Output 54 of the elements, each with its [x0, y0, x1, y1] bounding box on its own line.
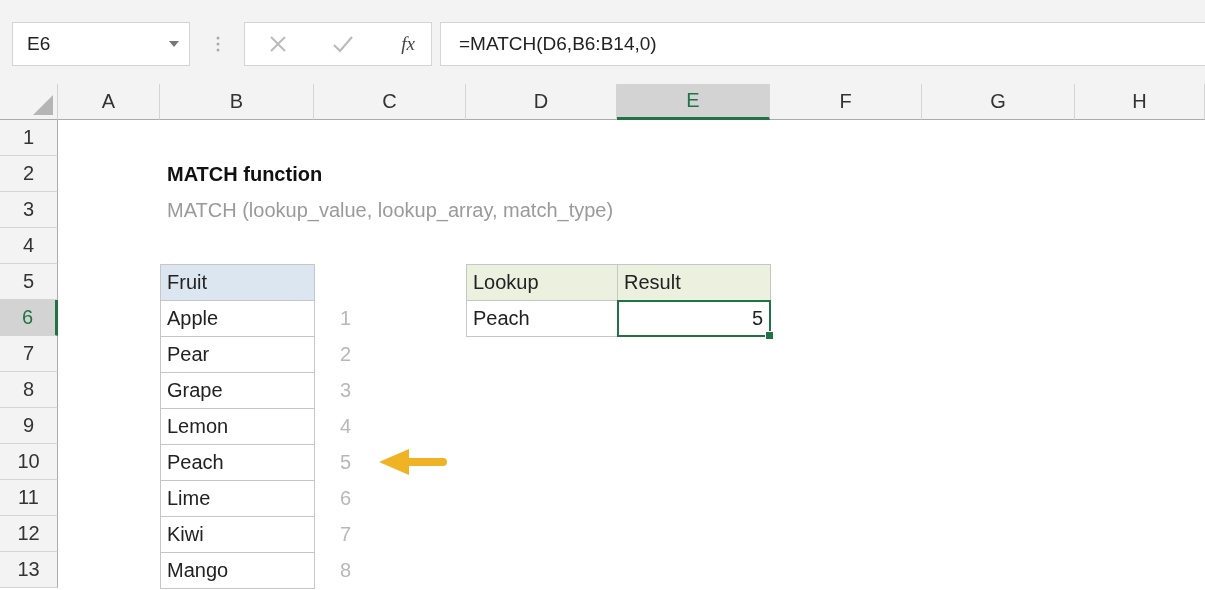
row-header[interactable]: 2	[0, 156, 58, 192]
position-number: 3	[340, 378, 352, 402]
triangle-icon	[33, 95, 53, 115]
column-header[interactable]: E	[617, 84, 770, 120]
column-header[interactable]: H	[1075, 84, 1205, 120]
caret-icon	[169, 41, 179, 47]
row-header[interactable]: 11	[0, 480, 58, 516]
table-cell: Apple	[160, 300, 315, 337]
table-header: Fruit	[160, 264, 315, 301]
sheet-title: MATCH function	[166, 161, 324, 187]
column-header[interactable]: D	[466, 84, 617, 120]
position-number: 2	[340, 342, 352, 366]
table-header: Result	[617, 264, 771, 301]
table-cell: Mango	[160, 552, 315, 589]
position-number: 1	[340, 306, 352, 330]
column-header[interactable]: F	[770, 84, 922, 120]
syntax-text: MATCH (lookup_value, lookup_array, match_type)	[166, 197, 615, 224]
position-number: 6	[340, 486, 352, 510]
row-header[interactable]: 4	[0, 228, 58, 264]
row-header[interactable]: 10	[0, 444, 58, 480]
row-header[interactable]: 1	[0, 120, 58, 156]
row-header[interactable]: 3	[0, 192, 58, 228]
table-cell: Grape	[160, 372, 315, 409]
table-cell[interactable]: Peach	[466, 300, 618, 337]
cell-reference: E6	[27, 33, 51, 55]
insert-function-button[interactable]: fx	[399, 33, 417, 55]
row-header[interactable]: 12	[0, 516, 58, 552]
column-header[interactable]: C	[314, 84, 466, 120]
table-cell: Kiwi	[160, 516, 315, 553]
position-number: 5	[340, 450, 352, 474]
formula-field[interactable]: =MATCH(D6,B6:B14,0)	[440, 22, 1205, 66]
row-header[interactable]: 5	[0, 264, 58, 300]
checkmark-icon[interactable]	[332, 35, 355, 53]
table-cell: Peach	[160, 444, 315, 481]
column-header[interactable]: G	[922, 84, 1075, 120]
table-header: Lookup	[466, 264, 618, 301]
column-header[interactable]: B	[160, 84, 314, 120]
row-header[interactable]: 7	[0, 336, 58, 372]
table-cell: Lime	[160, 480, 315, 517]
row-header[interactable]: 6	[0, 300, 58, 336]
row-header[interactable]: 13	[0, 552, 58, 588]
position-number: 4	[340, 414, 352, 438]
column-header[interactable]: A	[58, 84, 160, 120]
select-all-button[interactable]	[0, 84, 58, 120]
position-number: 7	[340, 522, 352, 546]
row-header[interactable]: 9	[0, 408, 58, 444]
table-cell[interactable]: 5	[617, 300, 771, 337]
table-cell: Lemon	[160, 408, 315, 445]
row-header[interactable]: 8	[0, 372, 58, 408]
name-box[interactable]: E6	[12, 22, 190, 66]
table-cell: Pear	[160, 336, 315, 373]
cancel-icon[interactable]	[269, 35, 287, 53]
position-number: 8	[340, 558, 352, 582]
grip-icon	[216, 35, 220, 53]
